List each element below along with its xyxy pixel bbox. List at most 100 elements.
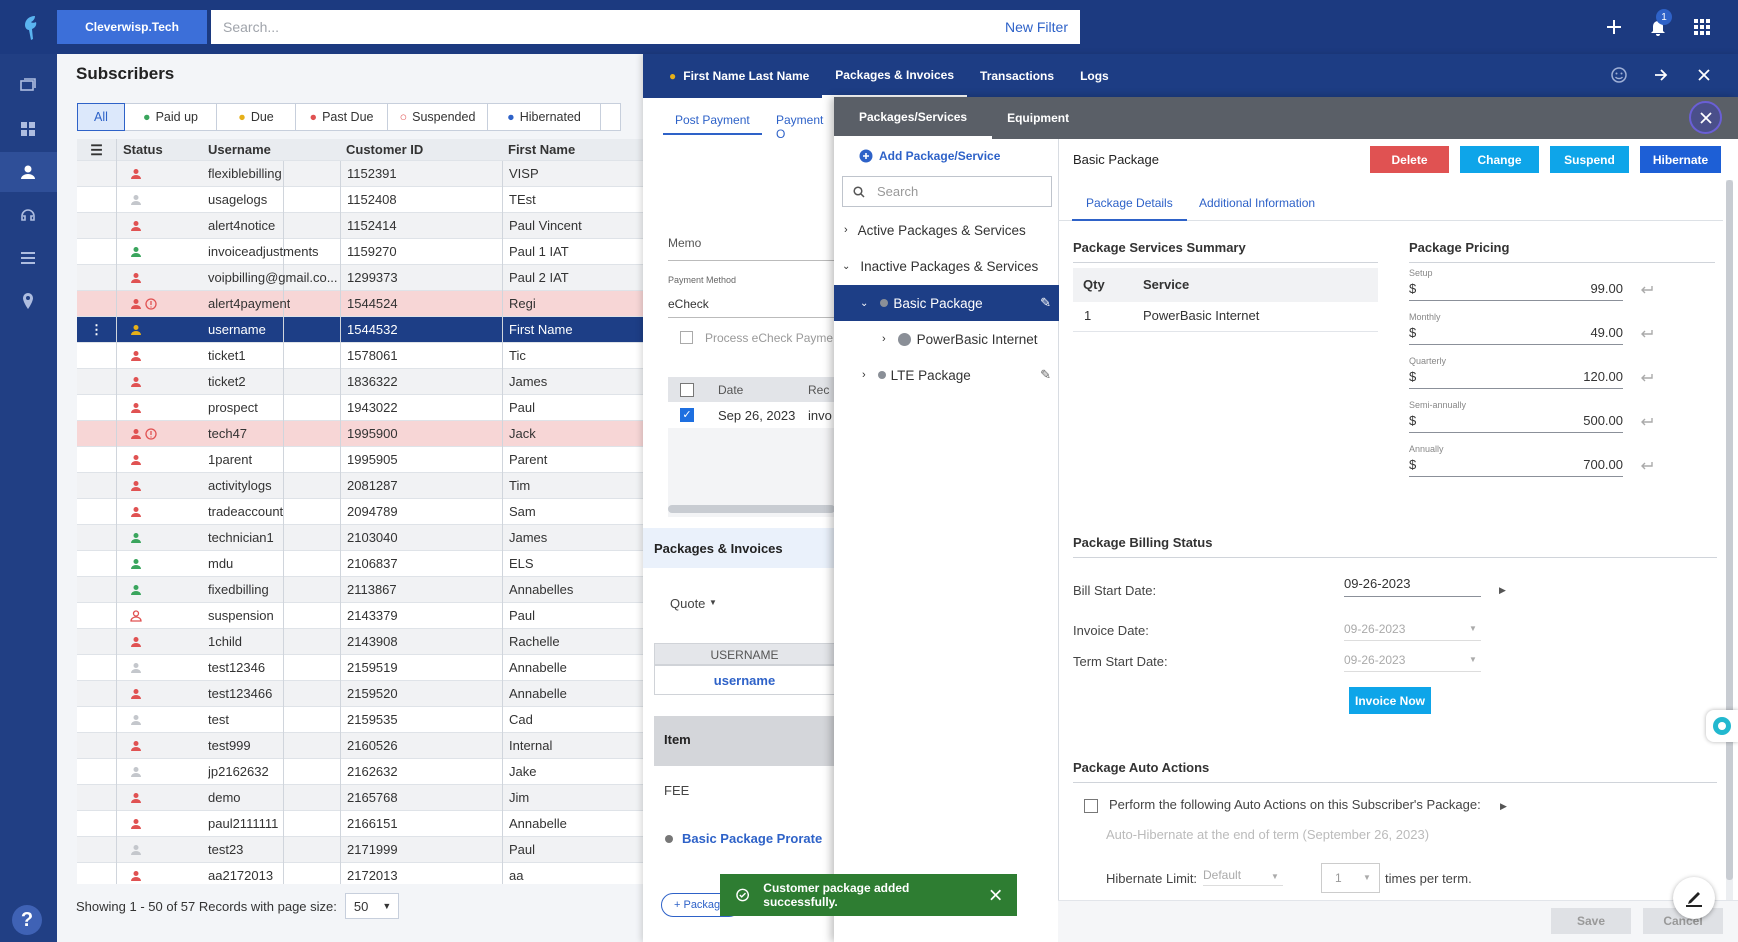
new-filter-link[interactable]: New Filter xyxy=(1005,19,1068,35)
suspend-button[interactable]: Suspend xyxy=(1550,146,1629,173)
caret-right-icon[interactable]: ▶ xyxy=(1500,801,1507,812)
row-handle[interactable] xyxy=(77,629,117,655)
tree-powerbasic-internet[interactable]: › PowerBasic Internet xyxy=(834,321,1059,357)
table-row[interactable]: test12346 2159519 Annabelle xyxy=(77,655,645,681)
row-handle[interactable]: ⋮ xyxy=(77,317,117,343)
invoice-now-button[interactable]: Invoice Now xyxy=(1349,687,1431,714)
table-row[interactable]: ticket1 1578061 Tic xyxy=(77,343,645,369)
row-handle[interactable] xyxy=(77,187,117,213)
table-row[interactable]: usagelogs 1152408 TEst xyxy=(77,187,645,213)
select-all-checkbox[interactable] xyxy=(680,383,694,397)
tree-inactive-packages[interactable]: ⌄ Inactive Packages & Services xyxy=(834,248,1059,284)
table-row[interactable]: 1child 2143908 Rachelle xyxy=(77,629,645,655)
row-handle[interactable] xyxy=(77,265,117,291)
table-row[interactable]: ticket2 1836322 James xyxy=(77,369,645,395)
row-handle[interactable] xyxy=(77,213,117,239)
auto-actions-checkbox[interactable] xyxy=(1084,799,1098,813)
table-row[interactable]: voipbilling@gmail.co... 1299373 Paul 2 IAT xyxy=(77,265,645,291)
table-row[interactable]: ⋮ username 1544532 First Name xyxy=(77,317,645,343)
row-handle[interactable] xyxy=(77,161,117,187)
table-row[interactable]: alert4notice 1152414 Paul Vincent xyxy=(77,213,645,239)
table-row[interactable]: activitylogs 2081287 Tim xyxy=(77,473,645,499)
price-input[interactable]: $500.00 xyxy=(1409,411,1623,433)
price-input[interactable]: $120.00 xyxy=(1409,367,1623,389)
delete-button[interactable]: Delete xyxy=(1370,146,1449,173)
row-handle[interactable] xyxy=(77,603,117,629)
edit-pencil-icon[interactable]: ✎ xyxy=(1040,367,1051,383)
table-row[interactable]: suspension 2143379 Paul xyxy=(77,603,645,629)
tab-additional-information[interactable]: Additional Information xyxy=(1199,196,1315,210)
table-row[interactable]: technician1 2103040 James xyxy=(77,525,645,551)
reset-price-icon[interactable] xyxy=(1640,416,1654,426)
reset-price-icon[interactable] xyxy=(1640,328,1654,338)
global-search-input[interactable]: Search... New Filter xyxy=(211,10,1080,44)
table-row[interactable]: demo 2165768 Jim xyxy=(77,785,645,811)
tab-packages-invoices[interactable]: Packages & Invoices xyxy=(822,54,968,98)
add-circle-icon[interactable] xyxy=(859,149,873,163)
tab-payment-other[interactable]: Payment O xyxy=(776,113,835,141)
hibernate-times-select[interactable]: 1 xyxy=(1321,863,1380,893)
memo-field[interactable]: Memo xyxy=(668,236,835,261)
save-button[interactable]: Save xyxy=(1551,908,1631,934)
dashboard-icon[interactable] xyxy=(18,119,38,139)
table-row[interactable]: test999 2160526 Internal xyxy=(77,733,645,759)
row-handle[interactable] xyxy=(77,395,117,421)
tab-equipment[interactable]: Equipment xyxy=(992,97,1094,139)
username-link[interactable]: username xyxy=(654,665,835,695)
row-menu-icon[interactable]: ⋮ xyxy=(77,317,116,343)
table-row[interactable]: test123466 2159520 Annabelle xyxy=(77,681,645,707)
table-row[interactable]: invoiceadjustments 1159270 Paul 1 IAT xyxy=(77,239,645,265)
price-input[interactable]: $99.00 xyxy=(1409,279,1623,301)
table-row[interactable]: flexiblebilling 1152391 VISP xyxy=(77,161,645,187)
column-menu-icon[interactable]: ☰ xyxy=(77,139,117,161)
map-pin-icon[interactable] xyxy=(18,291,38,311)
filter-past-due[interactable]: ● Past Due xyxy=(296,103,388,131)
filter-suspended[interactable]: ○ Suspended xyxy=(388,103,488,131)
bill-start-input[interactable]: 09-26-2023 xyxy=(1344,576,1481,597)
reset-price-icon[interactable] xyxy=(1640,460,1654,470)
invoice-date-input[interactable]: 09-26-2023 xyxy=(1344,622,1481,641)
price-input[interactable]: $49.00 xyxy=(1409,323,1623,345)
row-handle[interactable] xyxy=(77,447,117,473)
help-button[interactable]: ? xyxy=(12,905,42,935)
reset-price-icon[interactable] xyxy=(1640,372,1654,382)
table-row[interactable]: alert4payment 1544524 Regi xyxy=(77,291,645,317)
messages-icon[interactable] xyxy=(18,76,38,96)
filter-due[interactable]: ● Due xyxy=(217,103,296,131)
table-row[interactable]: test23 2171999 Paul xyxy=(77,837,645,863)
row-handle[interactable] xyxy=(77,681,117,707)
filter-paid-up[interactable]: ● Paid up xyxy=(125,103,217,131)
filter-more[interactable] xyxy=(601,103,621,131)
table-row[interactable]: fixedbilling 2113867 Annabelles xyxy=(77,577,645,603)
price-input[interactable]: $700.00 xyxy=(1409,455,1623,477)
table-row[interactable]: tradeaccount 2094789 Sam xyxy=(77,499,645,525)
row-handle[interactable] xyxy=(77,811,117,837)
app-logo-icon[interactable] xyxy=(18,12,44,42)
change-button[interactable]: Change xyxy=(1460,146,1539,173)
row-handle[interactable] xyxy=(77,759,117,785)
customer-id-column-header[interactable]: Customer ID xyxy=(346,139,423,161)
quote-dropdown[interactable]: Quote xyxy=(670,596,705,611)
table-row[interactable]: test 2159535 Cad xyxy=(77,707,645,733)
edit-pencil-icon[interactable]: ✎ xyxy=(1040,295,1051,311)
row-handle[interactable] xyxy=(77,369,117,395)
list-icon[interactable] xyxy=(18,248,38,268)
close-toast-icon[interactable] xyxy=(989,889,1001,901)
first-name-column-header[interactable]: First Name xyxy=(508,139,575,161)
row-handle[interactable] xyxy=(77,499,117,525)
row-handle[interactable] xyxy=(77,707,117,733)
tree-lte-package[interactable]: › LTE Package ✎ xyxy=(834,357,1059,393)
smiley-icon[interactable] xyxy=(1610,66,1628,84)
assistant-widget-button[interactable] xyxy=(1706,710,1738,742)
row-handle[interactable] xyxy=(77,837,117,863)
table-row[interactable]: prospect 1943022 Paul xyxy=(77,395,645,421)
term-start-input[interactable]: 09-26-2023 xyxy=(1344,653,1481,672)
table-row[interactable]: tech47 1995900 Jack xyxy=(77,421,645,447)
add-package-service-link[interactable]: Add Package/Service xyxy=(879,149,1000,163)
table-row[interactable]: aa2172013 2172013 aa xyxy=(77,863,645,884)
tab-transactions[interactable]: Transactions xyxy=(967,54,1067,98)
package-search-input[interactable]: Search xyxy=(842,176,1052,207)
row-handle[interactable] xyxy=(77,863,117,884)
row-handle[interactable] xyxy=(77,785,117,811)
hibernate-button[interactable]: Hibernate xyxy=(1640,146,1721,173)
